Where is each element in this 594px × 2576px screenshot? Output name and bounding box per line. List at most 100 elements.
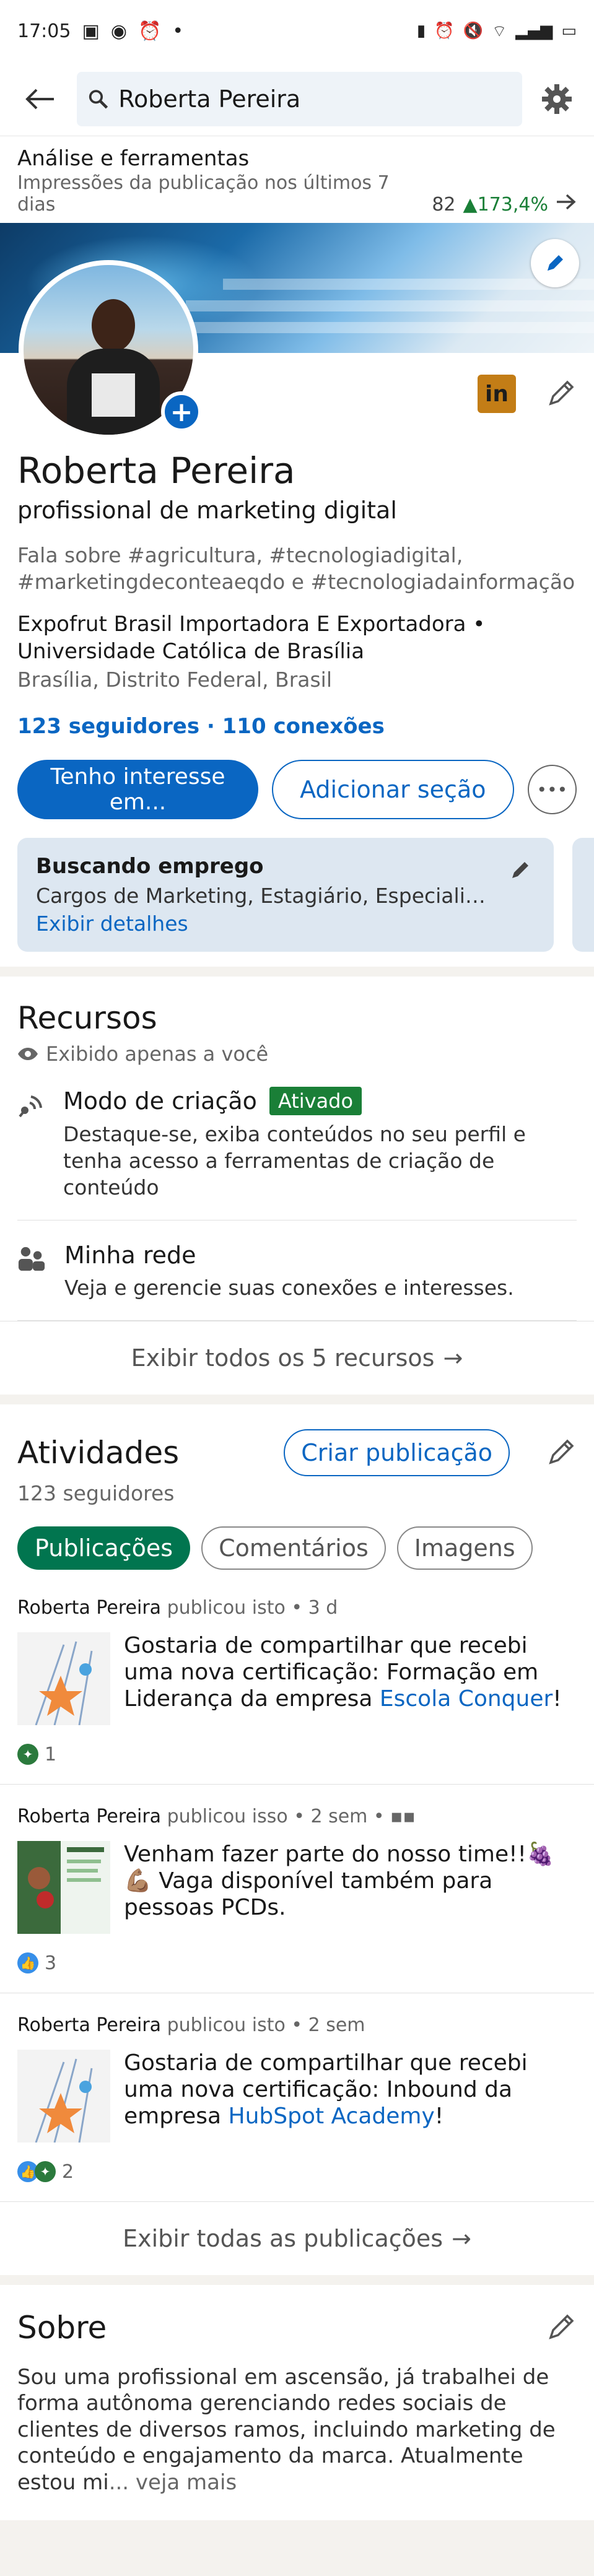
- about-text: Sou uma profissional em ascensão, já tra…: [17, 2364, 556, 2495]
- open-to-work-details-link[interactable]: Exibir detalhes: [36, 912, 535, 936]
- next-card-peek[interactable]: [572, 838, 594, 952]
- analytics-title: Análise e ferramentas: [17, 146, 250, 171]
- education-line: Universidade Católica de Brasília: [17, 638, 365, 664]
- linkedin-logo-icon[interactable]: in: [478, 375, 516, 413]
- my-network-title: Minha rede: [64, 1241, 196, 1269]
- mute-icon: 🔇: [463, 22, 483, 40]
- battery-icon: ▭: [561, 22, 577, 40]
- about-card: Sobre Sou uma profissional em ascensão, …: [0, 2284, 594, 2521]
- tab-images[interactable]: Imagens: [396, 1526, 533, 1570]
- edit-profile-pencil-icon[interactable]: [547, 378, 577, 410]
- clock: 17:05: [17, 20, 71, 42]
- reactions-summary[interactable]: ✦ 1: [17, 1744, 577, 1765]
- impressions-change: 173,4%: [477, 193, 548, 215]
- reaction-count: 2: [62, 2160, 74, 2183]
- signal-icon: ▂▄▆: [515, 22, 553, 40]
- post-meta: Roberta Pereira publicou isto • 2 sem: [17, 2014, 365, 2036]
- impressions-count: 82: [432, 193, 456, 215]
- company-link[interactable]: HubSpot Academy: [229, 2104, 435, 2129]
- post-thumbnail[interactable]: [17, 2049, 110, 2143]
- activity-card: Atividades Criar publicação 123 seguidor…: [0, 1404, 594, 2275]
- profile-company[interactable]: Expofrut Brasil Importadora E Exportador…: [17, 611, 577, 665]
- post-meta: Roberta Pereira publicou isso • 2 sem • …: [17, 1805, 416, 1827]
- resources-card: Recursos Exibido apenas a você Modo de c…: [0, 977, 594, 1395]
- about-title: Sobre: [17, 2309, 107, 2346]
- dot-icon: •: [172, 20, 184, 42]
- edit-activity-pencil-icon[interactable]: [547, 1437, 577, 1469]
- creator-mode-desc: Destaque-se, exiba conteúdos no seu perf…: [63, 1122, 526, 1199]
- eye-icon: [17, 1042, 38, 1066]
- settings-gear-icon[interactable]: [535, 77, 579, 121]
- activity-title: Atividades: [17, 1434, 180, 1471]
- celebrate-reaction-icon: ✦: [35, 2161, 56, 2183]
- see-more-link[interactable]: ... veja mais: [109, 2470, 237, 2495]
- add-section-button[interactable]: Adicionar seção: [271, 760, 514, 820]
- tab-comments[interactable]: Comentários: [201, 1526, 386, 1570]
- analytics-bar[interactable]: Análise e ferramentas Impressões da publ…: [0, 136, 594, 223]
- alarm-notification-icon: ⏰: [138, 20, 162, 42]
- back-arrow-icon[interactable]: [15, 74, 64, 124]
- search-icon: [89, 89, 108, 109]
- reaction-count: 1: [45, 1743, 57, 1765]
- celebrate-reaction-icon: ✦: [17, 1744, 38, 1765]
- post-text: Gostaria de compartilhar que recebi uma …: [124, 2050, 528, 2130]
- search-input[interactable]: [117, 84, 511, 113]
- post-text: Venham fazer parte do nosso time!!🍇💪🏽 Va…: [124, 1841, 554, 1921]
- status-badge: Ativado: [269, 1087, 362, 1116]
- analytics-subtitle: Impressões da publicação nos últimos 7 d…: [17, 172, 390, 215]
- my-network-desc: Veja e gerencie suas conexões e interess…: [64, 1275, 514, 1300]
- activity-tabs: Publicações Comentários Imagens: [0, 1505, 594, 1576]
- company-line: Expofrut Brasil Importadora E Exportador…: [17, 611, 486, 637]
- show-all-posts-button[interactable]: Exibir todas as publicações →: [0, 2202, 594, 2275]
- profile-card: Análise e ferramentas Impressões da publ…: [0, 136, 594, 967]
- arrow-right-icon: →: [443, 1344, 463, 1372]
- status-bar: 17:05 ▣ ◉ ⏰ • ▮ ⏰ 🔇 ⌔ ▂▄▆ ▭: [0, 0, 594, 62]
- company-link[interactable]: Escola Conquer: [380, 1686, 553, 1712]
- reactions-summary[interactable]: 👍 ✦ 2: [17, 2161, 577, 2183]
- create-post-button[interactable]: Criar publicação: [284, 1429, 510, 1476]
- alarm-icon: ⏰: [434, 22, 455, 40]
- broadcast-icon: [17, 1087, 45, 1201]
- open-to-work-card[interactable]: Buscando emprego Cargos de Marketing, Es…: [17, 838, 554, 952]
- arrow-right-icon: →: [452, 2224, 471, 2252]
- whatsapp-notification-icon: ◉: [110, 20, 128, 42]
- post-item[interactable]: Roberta Pereira publicou isso • 2 sem • …: [0, 1785, 594, 1993]
- open-to-work-roles: Cargos de Marketing, Estagiário, Especia…: [36, 884, 494, 908]
- open-to-button[interactable]: Tenho interesse em...: [17, 760, 258, 820]
- resources-title: Recursos: [17, 1000, 157, 1037]
- post-thumbnail[interactable]: [17, 1632, 110, 1725]
- reaction-count: 3: [45, 1952, 57, 1974]
- edit-banner-pencil-icon[interactable]: [531, 239, 579, 287]
- creator-mode-title: Modo de criação: [63, 1087, 257, 1115]
- like-reaction-icon: 👍: [17, 1952, 38, 1974]
- trend-up-icon: ▲: [463, 193, 478, 215]
- battery-saver-icon: ▮: [416, 22, 426, 40]
- edit-about-pencil-icon[interactable]: [547, 2312, 577, 2344]
- post-thumbnail[interactable]: [17, 1840, 110, 1934]
- reactions-summary[interactable]: 👍 3: [17, 1952, 577, 1974]
- profile-location: Brasília, Distrito Federal, Brasil: [17, 668, 333, 692]
- add-story-plus-icon[interactable]: +: [161, 391, 202, 432]
- post-item[interactable]: Roberta Pereira publicou isto • 2 sem Go…: [0, 1993, 594, 2202]
- wifi-icon: ⌔: [491, 22, 507, 41]
- more-options-icon[interactable]: •••: [527, 765, 577, 815]
- profile-headline: profissional de marketing digital: [17, 497, 397, 524]
- arrow-right-icon[interactable]: [556, 193, 577, 215]
- gallery-notification-icon: ▣: [82, 20, 100, 42]
- search-bar[interactable]: [77, 71, 522, 126]
- show-all-resources-button[interactable]: Exibir todos os 5 recursos →: [0, 1320, 594, 1395]
- post-text: Gostaria de compartilhar que recebi uma …: [124, 1632, 562, 1712]
- followers-connections-link[interactable]: 123 seguidores · 110 conexões: [17, 714, 577, 739]
- creator-mode-item[interactable]: Modo de criação Ativado Destaque-se, exi…: [17, 1066, 577, 1221]
- my-network-item[interactable]: Minha rede Veja e gerencie suas conexões…: [17, 1221, 577, 1321]
- tab-posts[interactable]: Publicações: [17, 1526, 191, 1570]
- open-to-work-title: Buscando emprego: [36, 854, 264, 879]
- post-meta: Roberta Pereira publicou isto • 3 d: [17, 1596, 338, 1619]
- edit-open-to-work-pencil-icon[interactable]: [509, 859, 531, 884]
- post-item[interactable]: Roberta Pereira publicou isto • 3 d Gost…: [0, 1576, 594, 1785]
- people-icon: [17, 1242, 46, 1302]
- audience-icon: ▪▪: [390, 1805, 416, 1827]
- profile-talks-about: Fala sobre #agricultura, #tecnologiadigi…: [17, 543, 575, 594]
- private-label: Exibido apenas a você: [17, 1042, 577, 1066]
- app-frame: 17:05 ▣ ◉ ⏰ • ▮ ⏰ 🔇 ⌔ ▂▄▆ ▭ Roberta Pere…: [0, 0, 594, 2576]
